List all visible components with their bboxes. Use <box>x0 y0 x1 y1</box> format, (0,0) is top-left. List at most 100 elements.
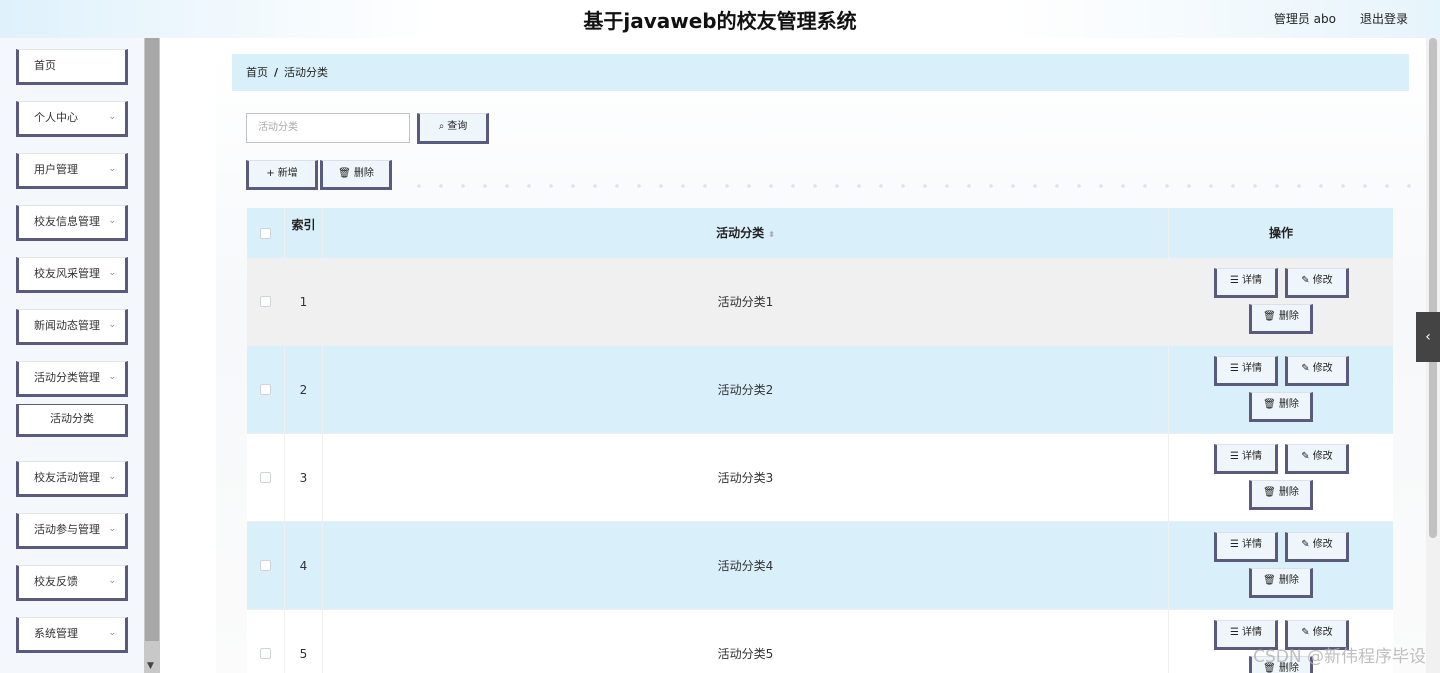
header-ops: 操作 <box>1268 226 1293 240</box>
detail-label: 详情 <box>1241 627 1262 638</box>
edit-label: 修改 <box>1312 451 1333 462</box>
plus-icon: + <box>266 168 275 179</box>
delete-button[interactable]: 🗑︎ 删除 <box>320 160 392 190</box>
sidebar-item-label: 活动分类管理 <box>34 371 100 384</box>
row-index: 1 <box>285 258 323 345</box>
collapse-panel-button[interactable]: ‹ <box>1416 312 1440 362</box>
row-index: 3 <box>285 434 323 521</box>
sidebar-item-participation[interactable]: 活动参与管理 ⌄ <box>16 513 128 549</box>
row-ops: ☰ 详情 ✎ 修改 🗑︎ 删除 <box>1169 258 1393 345</box>
detail-label: 详情 <box>1241 451 1262 462</box>
row-delete-button[interactable]: 🗑︎ 删除 <box>1249 304 1313 334</box>
search-input[interactable]: 活动分类 <box>246 113 410 143</box>
detail-button[interactable]: ☰ 详情 <box>1214 356 1278 386</box>
chevron-down-icon: ⌄ <box>108 268 116 278</box>
sidebar-item-label: 系统管理 <box>34 627 78 640</box>
row-check-cell <box>247 258 285 345</box>
sidebar-subitem-activity-category[interactable]: 活动分类 <box>16 404 128 437</box>
select-all-checkbox[interactable] <box>260 228 271 239</box>
row-check-cell <box>247 346 285 433</box>
chevron-down-icon: ⌄ <box>108 628 116 638</box>
breadcrumb-separator: / <box>274 66 279 79</box>
detail-label: 详情 <box>1241 275 1262 286</box>
table-header: 索引 活动分类 ⬍ 操作 <box>247 208 1393 258</box>
table-row: 1 活动分类1 ☰ 详情 ✎ 修改 🗑︎ 删除 <box>247 258 1393 346</box>
sidebar: 首页 个人中心 ⌄ 用户管理 ⌄ 校友信息管理 ⌄ 校友风采管理 ⌄ 新闻动态管理 ⌄ 活… <box>0 38 144 673</box>
main-scrollbar-thumb[interactable] <box>1429 38 1437 538</box>
add-button-label: 新增 <box>277 168 298 179</box>
document-icon: ☰ <box>1230 539 1239 550</box>
add-button[interactable]: + 新增 <box>246 160 318 190</box>
chevron-down-icon: ⌄ <box>108 524 116 534</box>
sidebar-item-home[interactable]: 首页 <box>16 49 128 85</box>
sidebar-item-users[interactable]: 用户管理 ⌄ <box>16 153 128 189</box>
sidebar-item-label: 首页 <box>34 59 56 72</box>
sidebar-item-alumni-info[interactable]: 校友信息管理 ⌄ <box>16 205 128 241</box>
logout-link[interactable]: 退出登录 <box>1360 10 1408 27</box>
delete-label: 删除 <box>1278 487 1299 498</box>
detail-button[interactable]: ☰ 详情 <box>1214 444 1278 474</box>
edit-button[interactable]: ✎ 修改 <box>1285 532 1349 562</box>
chevron-down-icon: ⌄ <box>108 164 116 174</box>
header-name-label: 活动分类 <box>716 226 765 240</box>
sidebar-item-label: 新闻动态管理 <box>34 319 100 332</box>
sidebar-item-label: 活动分类 <box>50 412 94 425</box>
row-delete-button[interactable]: 🗑︎ 删除 <box>1249 392 1313 422</box>
header-name[interactable]: 活动分类 ⬍ <box>323 208 1169 258</box>
detail-button[interactable]: ☰ 详情 <box>1214 532 1278 562</box>
edit-button[interactable]: ✎ 修改 <box>1285 444 1349 474</box>
header: 基于javaweb的校友管理系统 管理员 abo 退出登录 <box>0 0 1440 38</box>
trash-icon: 🗑︎ <box>1263 399 1276 410</box>
sidebar-item-activity-category-mgmt[interactable]: 活动分类管理 ⌄ <box>16 361 128 397</box>
row-checkbox[interactable] <box>260 384 271 395</box>
sidebar-item-label: 校友信息管理 <box>34 215 100 228</box>
pencil-icon: ✎ <box>1301 363 1310 374</box>
row-delete-button[interactable]: 🗑︎ 删除 <box>1249 480 1313 510</box>
page-title: 基于javaweb的校友管理系统 <box>583 9 857 33</box>
row-ops: ☰ 详情 ✎ 修改 🗑︎ 删除 <box>1169 346 1393 433</box>
row-checkbox[interactable] <box>260 648 271 659</box>
detail-button[interactable]: ☰ 详情 <box>1214 268 1278 298</box>
edit-button[interactable]: ✎ 修改 <box>1285 268 1349 298</box>
table-row: 4 活动分类4 ☰ 详情 ✎ 修改 🗑︎ 删除 <box>247 522 1393 610</box>
pencil-icon: ✎ <box>1301 539 1310 550</box>
sidebar-item-profile[interactable]: 个人中心 ⌄ <box>16 101 128 137</box>
row-ops: ☰ 详情 ✎ 修改 🗑︎ 删除 <box>1169 522 1393 609</box>
sidebar-scrollbar-thumb[interactable] <box>145 38 159 641</box>
chevron-down-icon: ⌄ <box>108 576 116 586</box>
sidebar-item-feedback[interactable]: 校友反馈 ⌄ <box>16 565 128 601</box>
document-icon: ☰ <box>1230 451 1239 462</box>
sidebar-item-news[interactable]: 新闻动态管理 ⌄ <box>16 309 128 345</box>
search-icon: ⌕ <box>438 121 445 132</box>
sidebar-scrollbar[interactable]: ▼ <box>144 38 160 673</box>
row-checkbox[interactable] <box>260 472 271 483</box>
search-button-label: 查询 <box>447 121 468 132</box>
header-index: 索引 <box>285 208 323 258</box>
sidebar-item-alumni-activity[interactable]: 校友活动管理 ⌄ <box>16 461 128 497</box>
edit-label: 修改 <box>1312 275 1333 286</box>
pencil-icon: ✎ <box>1301 451 1310 462</box>
detail-label: 详情 <box>1241 363 1262 374</box>
pencil-icon: ✎ <box>1301 275 1310 286</box>
row-name: 活动分类4 <box>323 522 1169 609</box>
sort-icon[interactable]: ⬍ <box>768 230 775 239</box>
row-checkbox[interactable] <box>260 560 271 571</box>
trash-icon: 🗑︎ <box>1263 487 1276 498</box>
decorative-dots <box>408 184 1418 188</box>
row-checkbox[interactable] <box>260 296 271 307</box>
sidebar-item-system[interactable]: 系统管理 ⌄ <box>16 617 128 653</box>
row-name: 活动分类3 <box>323 434 1169 521</box>
row-delete-button[interactable]: 🗑︎ 删除 <box>1249 568 1313 598</box>
search-button[interactable]: ⌕ 查询 <box>417 113 489 144</box>
breadcrumb-home[interactable]: 首页 <box>246 66 268 79</box>
scroll-down-icon[interactable]: ▼ <box>147 661 154 671</box>
edit-button[interactable]: ✎ 修改 <box>1285 356 1349 386</box>
sidebar-item-alumni-showcase[interactable]: 校友风采管理 ⌄ <box>16 257 128 293</box>
delete-label: 删除 <box>1278 399 1299 410</box>
sidebar-item-label: 校友风采管理 <box>34 267 100 280</box>
edit-label: 修改 <box>1312 627 1333 638</box>
chevron-down-icon: ⌄ <box>108 320 116 330</box>
chevron-down-icon: ⌄ <box>108 216 116 226</box>
main-content: 首页 / 活动分类 活动分类 ⌕ 查询 + 新增 🗑︎ 删除 索引 活动分类 ⬍ 操作 1 … <box>160 38 1426 673</box>
row-index: 2 <box>285 346 323 433</box>
